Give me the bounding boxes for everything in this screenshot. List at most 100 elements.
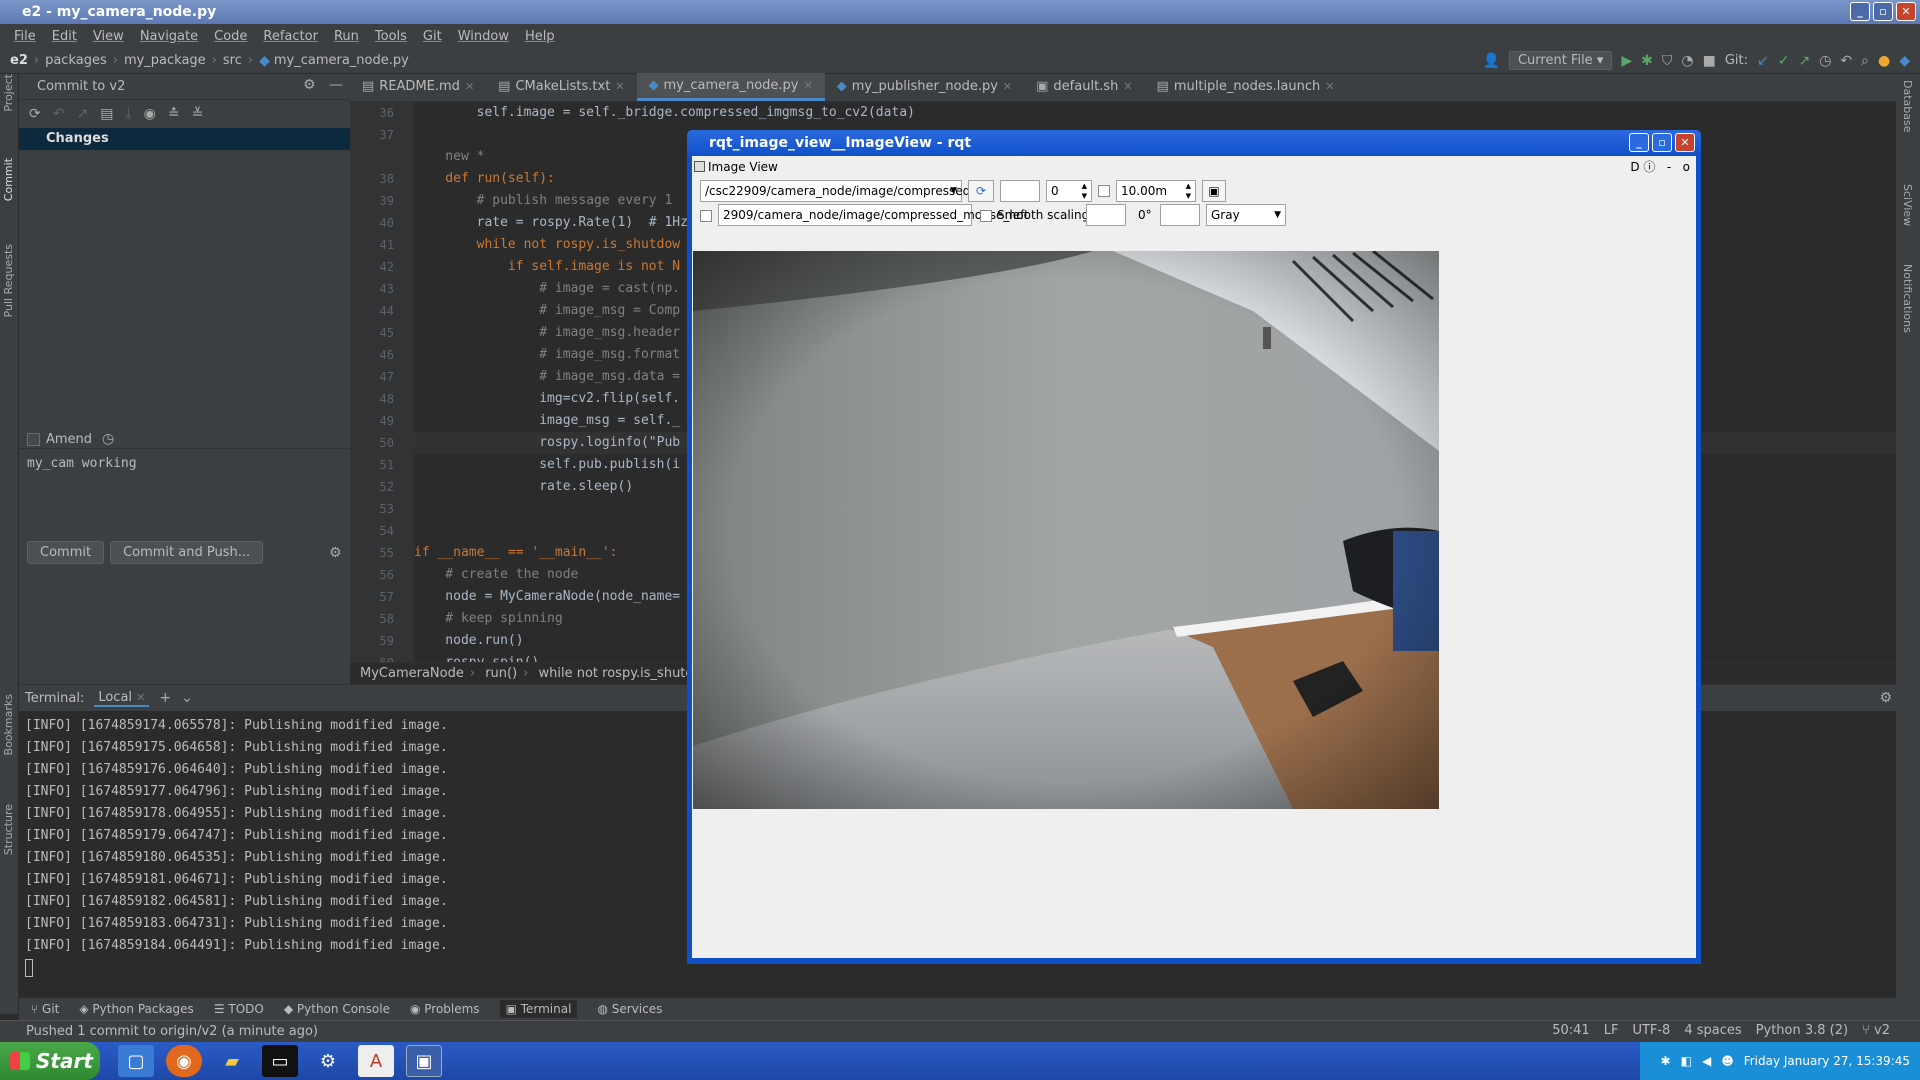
rotate-left-button[interactable] [1086,204,1126,226]
file-encoding[interactable]: UTF-8 [1632,1023,1670,1038]
tab-project[interactable]: Project [2,74,15,112]
value-spinbox[interactable]: 0 ▲ ▼ [1046,180,1092,202]
eye-icon[interactable]: ◉ [144,105,156,123]
terminal-cursor[interactable] [25,959,33,977]
tab-notifications[interactable]: Notifications [1901,264,1914,333]
close-tab-icon[interactable]: ✕ [1123,73,1132,101]
menu-code[interactable]: Code [206,29,255,44]
breadcrumb-src[interactable]: src [223,53,242,68]
commit-and-push-button[interactable]: Commit and Push... [110,541,264,564]
git-branch[interactable]: ⑂ v2 [1862,1023,1890,1038]
status-message[interactable]: Pushed 1 commit to origin/v2 (a minute a… [26,1024,318,1039]
search-icon[interactable]: ⌕ [1861,52,1869,70]
min-range-input[interactable] [1000,180,1040,202]
amend-checkbox[interactable] [27,432,40,446]
line-separator[interactable]: LF [1604,1023,1619,1038]
close-icon[interactable]: ✕ [1896,2,1916,21]
folder-icon[interactable]: ▰ [214,1045,250,1077]
rollback-icon[interactable]: ↶ [53,105,65,123]
jetbrains-icon[interactable]: ◆ [1899,52,1910,70]
close-tab-icon[interactable]: ✕ [465,73,474,101]
tab-structure[interactable]: Structure [2,804,15,855]
expand-all-icon[interactable]: ≛ [168,105,180,123]
tab-multiple-nodes-launch[interactable]: ▤ multiple_nodes.launch ✕ [1145,73,1347,101]
mouse-topic-input[interactable]: 2909/camera_node/image/compressed_mouse_… [718,204,1029,226]
tab-default-sh[interactable]: ▣ default.sh ✕ [1024,73,1144,101]
rqt-app-icon[interactable]: ▣ [406,1045,442,1077]
stop-icon[interactable]: ■ [1703,52,1716,70]
shelve-icon[interactable]: ▤ [100,105,113,123]
menu-window[interactable]: Window [450,29,517,44]
code-crumb-method[interactable]: run() [485,666,517,681]
minimize-icon[interactable]: _ [1629,133,1649,152]
gear-icon[interactable]: ⚙ [303,76,316,94]
tab-commit[interactable]: Commit [2,158,15,201]
terminal-app-icon[interactable]: ▭ [262,1045,298,1077]
dock-toggle[interactable]: D [1630,160,1639,174]
commit-message-input[interactable]: my_cam working [27,456,137,471]
menu-git[interactable]: Git [415,29,450,44]
menu-edit[interactable]: Edit [44,29,85,44]
diff-icon[interactable]: ↗ [76,105,88,123]
clock-icon[interactable]: ◷ [102,430,114,448]
smooth-scaling-checkbox[interactable] [980,210,992,222]
rotate-right-button[interactable] [1160,204,1200,226]
minimize-icon[interactable]: _ [1850,2,1870,21]
maximize-icon[interactable]: ▫ [1873,2,1893,21]
tab-bookmarks[interactable]: Bookmarks [2,694,15,755]
mouse-publish-checkbox[interactable] [700,210,712,222]
commit-options-icon[interactable]: ⚙ [329,544,342,562]
text-editor-icon[interactable]: A [358,1045,394,1077]
update-icon[interactable]: ● [1878,52,1890,70]
breadcrumb-project[interactable]: e2 [10,53,28,68]
tab-pull-requests[interactable]: Pull Requests [2,244,15,317]
git-commit-icon[interactable]: ✓ [1778,52,1790,70]
git-push-icon[interactable]: ↗ [1798,52,1810,70]
add-terminal-icon[interactable]: + [159,689,171,707]
commit-button[interactable]: Commit [27,541,105,564]
maximize-icon[interactable]: ▫ [1652,133,1672,152]
close-tab-icon[interactable]: ✕ [136,691,145,704]
help-icon[interactable]: ⓘ [1643,160,1655,174]
code-crumb-class[interactable]: MyCameraNode [360,666,464,681]
close-tab-icon[interactable]: ✕ [615,73,624,101]
gear-icon[interactable]: ⚙ [1879,689,1892,707]
tooltab-python-console[interactable]: ◆ Python Console [284,1002,390,1016]
git-rollback-icon[interactable]: ↶ [1840,52,1852,70]
coverage-icon[interactable]: ⛉ [1662,52,1673,70]
tooltab-python-packages[interactable]: ◈ Python Packages [79,1002,193,1016]
git-update-icon[interactable]: ↙ [1757,52,1769,70]
breadcrumb-my-package[interactable]: my_package [124,53,206,68]
tooltab-services[interactable]: ◍ Services [597,1002,662,1016]
notes-app-icon[interactable]: ▢ [118,1045,154,1077]
menu-run[interactable]: Run [326,29,367,44]
settings-app-icon[interactable]: ⚙ [310,1045,346,1077]
menu-tools[interactable]: Tools [367,29,415,44]
rqt-title-bar[interactable]: rqt_image_view__ImageView - rqt _ ▫ ✕ [687,130,1701,156]
indent-setting[interactable]: 4 spaces [1684,1023,1741,1038]
max-range-spinbox[interactable]: 10.00m ▲ ▼ [1116,180,1196,202]
breadcrumb-packages[interactable]: packages [45,53,107,68]
code-line[interactable]: self.image = self._bridge.compressed_img… [414,102,1920,124]
bluetooth-icon[interactable]: ✱ [1661,1054,1671,1068]
save-image-button[interactable]: ▣ [1202,180,1226,202]
chevron-down-icon[interactable]: ⌄ [181,689,193,707]
debug-icon[interactable]: ✱ [1641,52,1653,70]
terminal-tab-local[interactable]: Local ✕ [94,690,150,707]
refresh-icon[interactable]: ⟳ [29,105,41,123]
run-icon[interactable]: ▶ [1621,52,1632,70]
python-interpreter[interactable]: Python 3.8 (2) [1756,1023,1848,1038]
changes-node[interactable]: Changes [19,128,350,150]
tab-cmakelists[interactable]: ▤ CMakeLists.txt ✕ [486,73,636,101]
close-tab-icon[interactable]: ✕ [803,72,812,100]
download-icon[interactable]: ⤓ [125,105,131,123]
user-icon[interactable]: 👤 [1483,52,1500,70]
colormap-select[interactable]: Gray ▼ [1206,204,1286,226]
hide-icon[interactable]: — [329,76,343,94]
user-tray-icon[interactable]: ☻ [1721,1054,1734,1068]
run-configuration-select[interactable]: Current File ▾ [1508,51,1613,70]
tab-readme[interactable]: ▤ README.md ✕ [350,73,486,101]
tab-sciview[interactable]: SciView [1901,184,1914,226]
topic-select[interactable]: /csc22909/camera_node/image/compressed ▼ [700,180,970,202]
menu-refactor[interactable]: Refactor [255,29,326,44]
